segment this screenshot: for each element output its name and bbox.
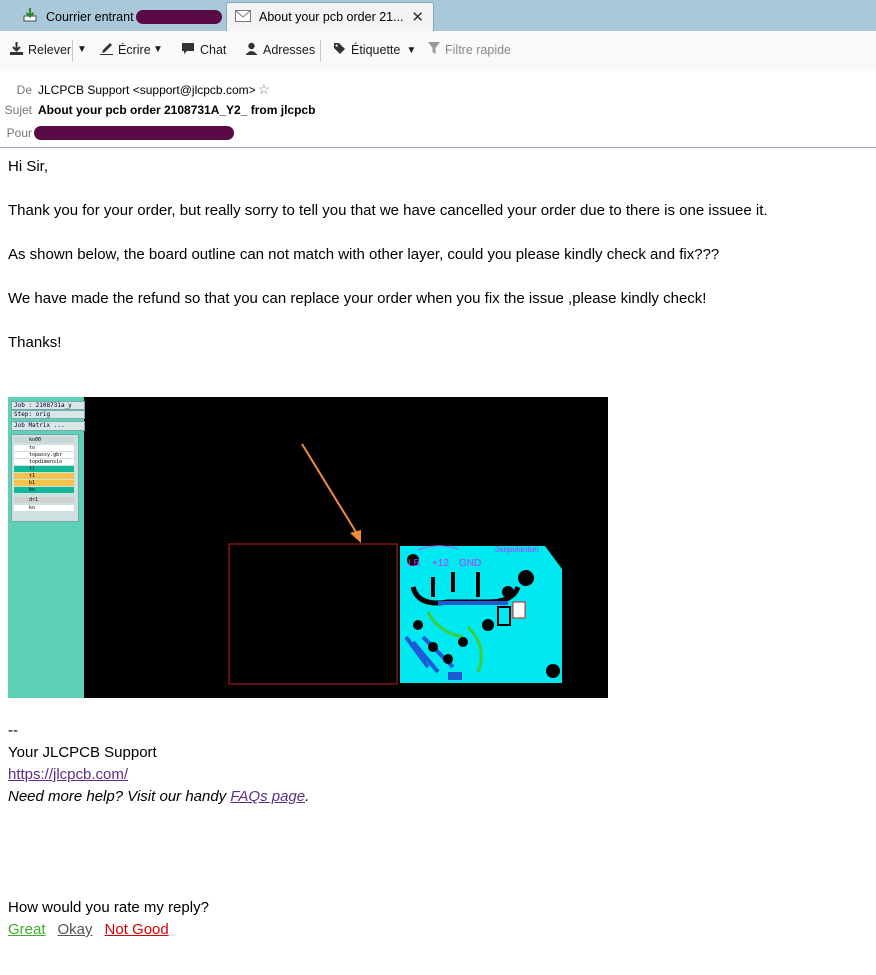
greeting: Hi Sir,: [8, 158, 49, 175]
rate-question: How would you rate my reply?: [8, 899, 209, 916]
jlcpcb-link[interactable]: https://jlcpcb.com/: [8, 766, 128, 783]
address-book-label: Adresses: [263, 43, 316, 57]
toolbar: Relever ▼ Écrire ▼ Chat Adresses Étiquet…: [0, 31, 876, 72]
mount-hole: [518, 570, 534, 586]
toolbar-separator: [320, 40, 321, 62]
mount-hole: [546, 664, 560, 678]
faqs-link[interactable]: FAQs page: [230, 788, 305, 805]
address-book-button[interactable]: Adresses: [245, 42, 315, 58]
chevron-down-icon: ▼: [77, 44, 87, 55]
redacted-recipient: [34, 126, 234, 140]
rating-links: Great Okay Not Good: [8, 919, 169, 941]
chat-label: Chat: [200, 43, 227, 57]
redacted-account: [135, 9, 222, 24]
tag-icon: [333, 42, 346, 58]
inbox-download-icon: [22, 7, 38, 26]
get-messages-dropdown[interactable]: ▼: [77, 44, 87, 55]
tab-message[interactable]: About your pcb order 21... ✕: [226, 2, 434, 31]
from-label: De: [16, 82, 32, 97]
help-suffix: .: [305, 788, 310, 805]
get-messages-button[interactable]: Relever: [10, 42, 71, 58]
rate-bad-link[interactable]: Not Good: [105, 921, 169, 938]
pencil-icon: [100, 42, 113, 58]
chat-bubble-icon: [181, 42, 195, 58]
star-icon[interactable]: ☆: [258, 81, 271, 98]
tab-inbox[interactable]: Courrier entrant: [0, 2, 224, 31]
tab-bar: Courrier entrant About your pcb order 21…: [0, 0, 876, 31]
pcb-screenshot-image: Job : 2108731a_y Step: orig Job Matrix .…: [8, 397, 608, 698]
rate-great-link[interactable]: Great: [8, 921, 46, 938]
person-icon: [245, 42, 258, 58]
toolbar-separator: [72, 40, 73, 62]
from-row: De JLCPCB Support <support@jlcpcb.com> ☆: [0, 81, 271, 98]
tab-inbox-label: Courrier entrant: [46, 9, 134, 24]
get-messages-label: Relever: [28, 43, 72, 57]
funnel-icon: [428, 42, 440, 58]
signature-name: Your JLCPCB Support: [8, 744, 157, 761]
subject-value: About your pcb order 2108731A_Y2_ from j…: [38, 103, 316, 117]
subject-label: Sujet: [4, 103, 32, 117]
chevron-down-icon: ▼: [153, 44, 163, 55]
thanks: Thanks!: [8, 334, 62, 351]
signature-dash: --: [8, 722, 18, 739]
paragraph-2: As shown below, the board outline can no…: [8, 246, 720, 263]
chat-button[interactable]: Chat: [181, 42, 226, 58]
tag-label: Étiquette: [351, 43, 401, 57]
arrow-head: [350, 530, 361, 543]
write-button[interactable]: Écrire: [100, 42, 151, 58]
silkscreen-label-lb: LB: [408, 558, 421, 569]
tab-message-label: About your pcb order 21...: [259, 10, 404, 24]
write-dropdown[interactable]: ▼: [153, 44, 163, 55]
rate-okay-link[interactable]: Okay: [58, 921, 93, 938]
board-outline: [228, 543, 398, 685]
write-label: Écrire: [118, 43, 151, 57]
help-prefix: Need more help? Visit our handy: [8, 788, 231, 805]
quick-filter-button[interactable]: Filtre rapide: [428, 42, 511, 58]
from-value[interactable]: JLCPCB Support <support@jlcpcb.com>: [38, 83, 256, 97]
to-label: Pour: [6, 126, 32, 140]
to-row: Pour: [0, 126, 234, 140]
tag-button[interactable]: Étiquette ▼: [333, 42, 416, 58]
silkscreen-label-gnd: GND: [459, 558, 482, 569]
paragraph-3: We have made the refund so that you can …: [8, 290, 707, 307]
message-header: De JLCPCB Support <support@jlcpcb.com> ☆…: [0, 71, 876, 148]
help-line: Need more help? Visit our handy FAQs pag…: [8, 786, 309, 808]
quick-filter-label: Filtre rapide: [445, 43, 511, 57]
download-icon: [10, 42, 23, 58]
silkscreen-label-12v: +12: [432, 558, 449, 569]
arrow-line: [301, 443, 360, 538]
chevron-down-icon: ▼: [406, 44, 417, 56]
close-tab-icon[interactable]: ✕: [411, 8, 424, 26]
envelope-icon: [235, 9, 251, 25]
subject-row: Sujet About your pcb order 2108731A_Y2_ …: [0, 103, 316, 117]
silkscreen-label-author: Janpolanton: [495, 545, 539, 554]
paragraph-1: Thank you for your order, but really sor…: [8, 202, 768, 219]
